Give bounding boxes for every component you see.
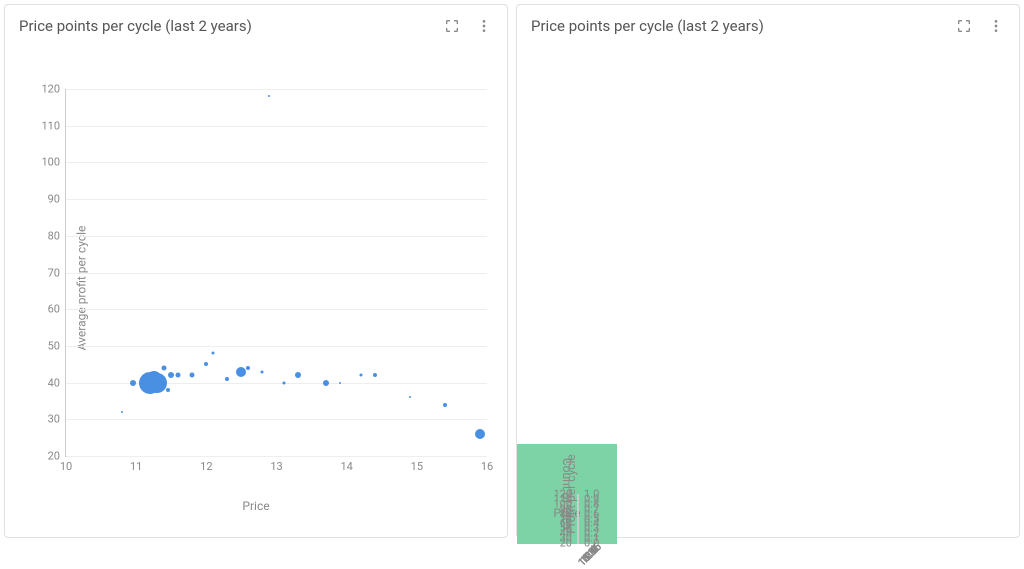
data-point <box>268 95 270 97</box>
data-point <box>236 367 246 377</box>
data-point <box>323 380 329 386</box>
data-point <box>225 377 229 381</box>
y-tick: 60 <box>48 303 66 316</box>
x-tick: 13 <box>270 456 282 473</box>
y-tick: 30 <box>48 413 66 426</box>
more-icon[interactable] <box>475 17 493 35</box>
y-tick: 120 <box>41 83 66 96</box>
y-tick: 90 <box>48 193 66 206</box>
card-title: Price points per cycle (last 2 years) <box>531 17 955 35</box>
data-point <box>359 374 362 377</box>
y-tick: 50 <box>48 339 66 352</box>
data-point <box>409 396 411 398</box>
x-tick: 15 <box>411 456 423 473</box>
data-point <box>162 365 167 370</box>
data-point <box>246 366 250 370</box>
card-title: Price points per cycle (last 2 years) <box>19 17 443 35</box>
bar-card: Price points per cycle (last 2 years) Pr… <box>516 4 1020 538</box>
x-tick: 10 <box>60 456 72 473</box>
y-tick: 70 <box>48 266 66 279</box>
data-point <box>339 382 341 384</box>
card-actions <box>443 17 493 35</box>
x-tick: 14 <box>340 456 352 473</box>
x-tick: 11 <box>130 456 142 473</box>
y-tick: 80 <box>48 229 66 242</box>
data-point <box>261 370 264 373</box>
data-point <box>130 380 136 386</box>
plot-area: 20304050607080901001101200.00.10.20.30.4… <box>577 494 579 544</box>
more-icon[interactable] <box>987 17 1005 35</box>
data-point <box>204 362 208 366</box>
data-point <box>295 372 301 378</box>
data-point <box>121 411 123 413</box>
x-axis-label: Price <box>242 499 269 513</box>
data-point <box>475 429 485 439</box>
data-point <box>176 373 181 378</box>
x-tick: 12 <box>200 456 212 473</box>
data-point <box>212 352 215 355</box>
y-tick: 40 <box>48 376 66 389</box>
data-point <box>166 388 170 392</box>
data-point <box>373 373 377 377</box>
fullscreen-icon[interactable] <box>955 17 973 35</box>
fullscreen-icon[interactable] <box>443 17 461 35</box>
data-point <box>443 403 447 407</box>
data-point <box>190 373 195 378</box>
x-tick: 16 <box>481 456 493 473</box>
card-actions <box>955 17 1005 35</box>
card-header: Price points per cycle (last 2 years) <box>5 5 507 39</box>
y2-tick: 1.0 <box>578 488 599 501</box>
plot-area: 203040506070809010011012010111213141516 <box>65 89 487 457</box>
y-tick: 110 <box>41 119 66 132</box>
data-point <box>156 381 166 391</box>
data-point <box>282 381 285 384</box>
scatter-card: Price points per cycle (last 2 years) Av… <box>4 4 508 538</box>
card-header: Price points per cycle (last 2 years) <box>517 5 1019 39</box>
y-tick: 100 <box>41 156 66 169</box>
scatter-chart: Average profit per cycle Price 203040506… <box>5 39 507 537</box>
y-tick: 120 <box>553 488 578 501</box>
data-point <box>168 372 174 378</box>
bar-chart: Profit per cycle Count of tries Price 20… <box>517 444 617 544</box>
